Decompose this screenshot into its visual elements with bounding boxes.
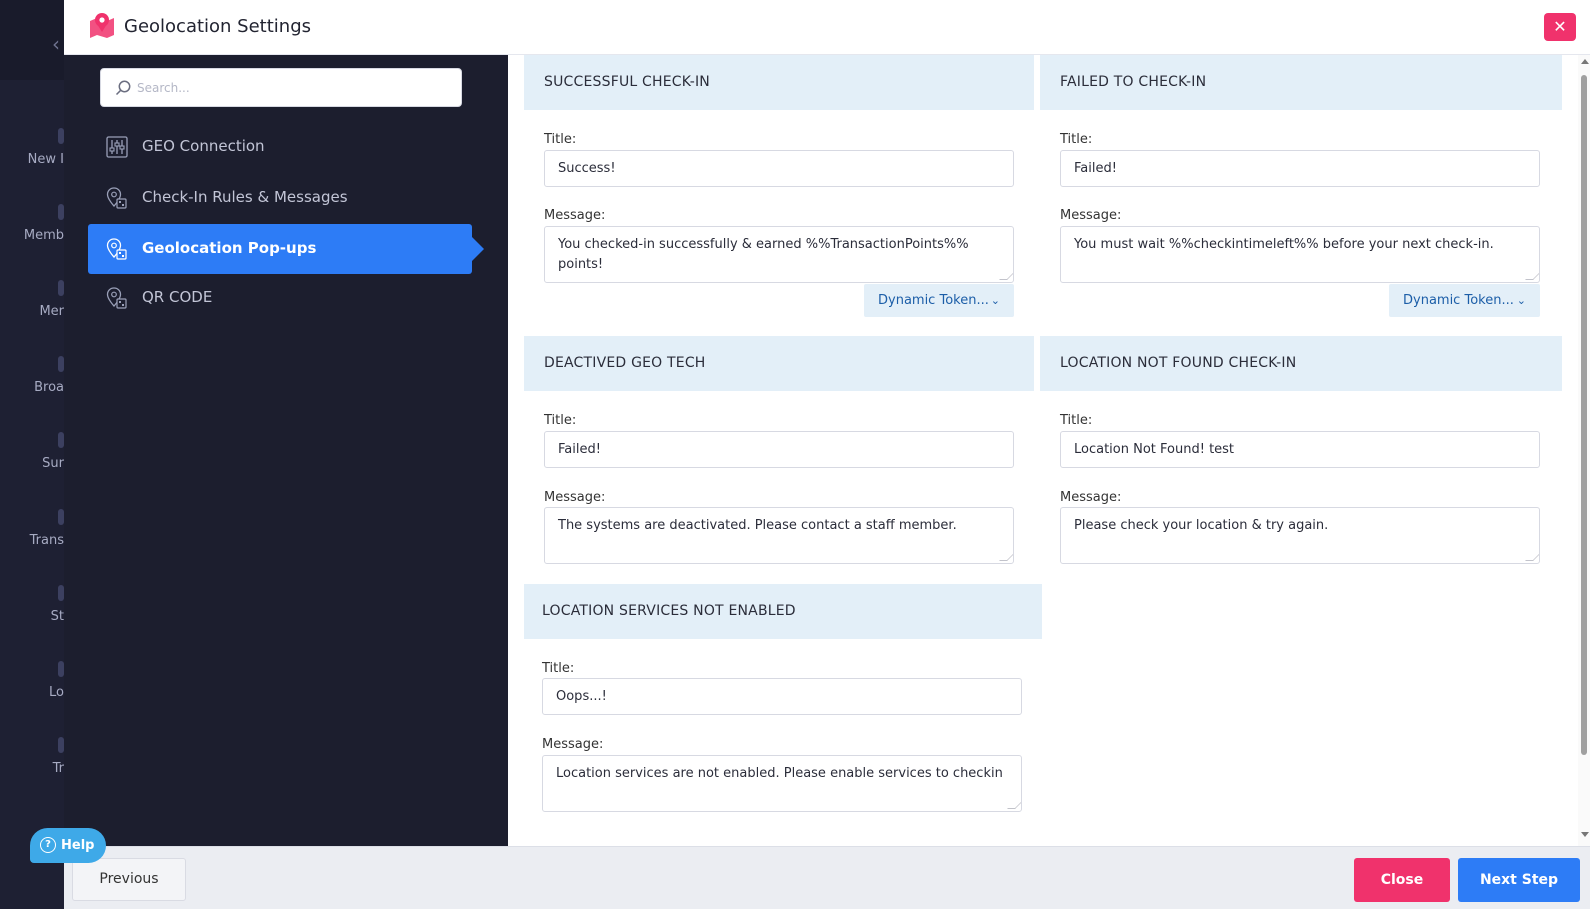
bg-nav-item[interactable]: St [0,585,64,624]
geolocation-settings-modal: Geolocation Settings ✕ GEO Connection [64,0,1590,909]
bg-nav-item[interactable]: Memb [0,204,64,243]
search-input[interactable] [137,77,447,99]
dynamic-token-label: Dynamic Token... [1403,293,1514,308]
section-heading: DEACTIVED GEO TECH [524,336,1034,391]
message-text: You checked-in successfully & earned %%T… [558,237,969,272]
resize-grip-icon[interactable] [999,272,1013,280]
title-input[interactable]: Failed! [1060,150,1540,187]
sidebar-collapse[interactable]: ‹ [0,0,64,80]
scroll-down-arrow-icon[interactable] [1581,832,1589,837]
map-pin-icon [90,13,114,38]
nav-item-checkin-rules[interactable]: Check-In Rules & Messages [88,173,472,223]
search-box [100,68,462,107]
dynamic-token-dropdown[interactable]: Dynamic Token... ⌄ [1389,284,1540,317]
location-pin-icon [106,238,127,260]
content-scrollbar[interactable] [1578,55,1590,846]
scroll-thumb[interactable] [1581,75,1587,755]
close-button[interactable]: Close [1354,858,1450,902]
title-input[interactable]: Failed! [544,431,1014,468]
search-icon [115,80,131,96]
message-textarea[interactable]: You checked-in successfully & earned %%T… [544,226,1014,283]
chevron-down-icon: ⌄ [1516,294,1526,307]
nav-item-geo-connection[interactable]: GEO Connection [88,122,472,172]
message-text: Location services are not enabled. Pleas… [556,766,1003,781]
title-input[interactable]: Oops...! [542,678,1022,715]
bg-nav-item[interactable]: New I [0,128,64,167]
section-heading: LOCATION SERVICES NOT ENABLED [524,584,1042,639]
message-label: Message: [544,490,606,505]
message-text: The systems are deactivated. Please cont… [558,518,957,533]
message-label: Message: [1060,208,1122,223]
modal-title: Geolocation Settings [124,16,312,37]
message-textarea[interactable]: Please check your location & try again. [1060,507,1540,564]
nav-item-geolocation-popups[interactable]: Geolocation Pop-ups [88,224,484,274]
message-textarea[interactable]: Location services are not enabled. Pleas… [542,755,1022,812]
nav-item-label: QR CODE [142,288,213,306]
nav-item-label: GEO Connection [142,137,265,155]
chevron-down-icon: ⌄ [990,294,1000,307]
question-circle-icon: ? [40,836,56,853]
dynamic-token-label: Dynamic Token... [878,293,989,308]
section-location-services-not-enabled: LOCATION SERVICES NOT ENABLED Title: Oop… [524,584,1042,846]
message-textarea[interactable]: The systems are deactivated. Please cont… [544,507,1014,564]
bg-nav-item[interactable]: Broa [0,356,64,395]
dynamic-token-dropdown[interactable]: Dynamic Token... ⌄ [864,284,1014,317]
modal-header: Geolocation Settings ✕ [64,0,1590,55]
nav-item-qr-code[interactable]: QR CODE [88,273,472,323]
section-heading: LOCATION NOT FOUND CHECK-IN [1040,336,1562,391]
bg-nav-item[interactable]: Sur [0,432,64,471]
help-label: Help [61,838,95,853]
message-text: You must wait %%checkintimeleft%% before… [1074,237,1494,252]
title-label: Title: [1060,132,1093,147]
nav-item-label: Geolocation Pop-ups [142,239,317,257]
title-label: Title: [542,661,575,676]
bg-nav-item[interactable]: Mer [0,280,64,319]
section-successful-checkin: SUCCESSFUL CHECK-IN Title: Success! Mess… [524,55,1034,335]
help-button[interactable]: ? Help [30,828,106,863]
resize-grip-icon[interactable] [999,553,1013,561]
sliders-icon [106,136,128,158]
section-failed-checkin: FAILED TO CHECK-IN Title: Failed! Messag… [1040,55,1562,335]
next-step-button[interactable]: Next Step [1458,858,1580,902]
section-heading: SUCCESSFUL CHECK-IN [524,55,1034,110]
popups-content: SUCCESSFUL CHECK-IN Title: Success! Mess… [508,55,1578,846]
nav-item-label: Check-In Rules & Messages [142,188,348,206]
resize-grip-icon[interactable] [1525,272,1539,280]
location-pin-icon [106,187,127,209]
resize-grip-icon[interactable] [1007,801,1021,809]
background-sidebar: ‹ New I Memb Mer Broa Sur Trans St Lo Tr [0,0,64,909]
title-input[interactable]: Success! [544,150,1014,187]
modal-footer: Previous Close Next Step [64,846,1590,909]
location-pin-icon [106,287,127,309]
message-label: Message: [544,208,606,223]
settings-nav: GEO Connection Check-In Rules & Messages… [64,55,508,846]
previous-button[interactable]: Previous [72,858,186,901]
bg-nav-item[interactable]: Lo [0,661,64,700]
resize-grip-icon[interactable] [1525,553,1539,561]
title-label: Title: [544,413,577,428]
message-text: Please check your location & try again. [1074,518,1329,533]
title-label: Title: [1060,413,1093,428]
section-location-not-found: LOCATION NOT FOUND CHECK-IN Title: Locat… [1040,336,1562,584]
bg-nav-item[interactable]: Trans [0,509,64,548]
message-label: Message: [542,737,604,752]
message-label: Message: [1060,490,1122,505]
section-deactivated-geo-tech: DEACTIVED GEO TECH Title: Failed! Messag… [524,336,1034,584]
collapse-arrow-icon: ‹ [52,32,60,56]
message-textarea[interactable]: You must wait %%checkintimeleft%% before… [1060,226,1540,283]
title-input[interactable]: Location Not Found! test [1060,431,1540,468]
scroll-up-arrow-icon[interactable] [1581,59,1589,64]
title-label: Title: [544,132,577,147]
bg-nav-item[interactable]: Tr [0,737,64,776]
close-icon[interactable]: ✕ [1544,13,1576,41]
section-heading: FAILED TO CHECK-IN [1040,55,1562,110]
